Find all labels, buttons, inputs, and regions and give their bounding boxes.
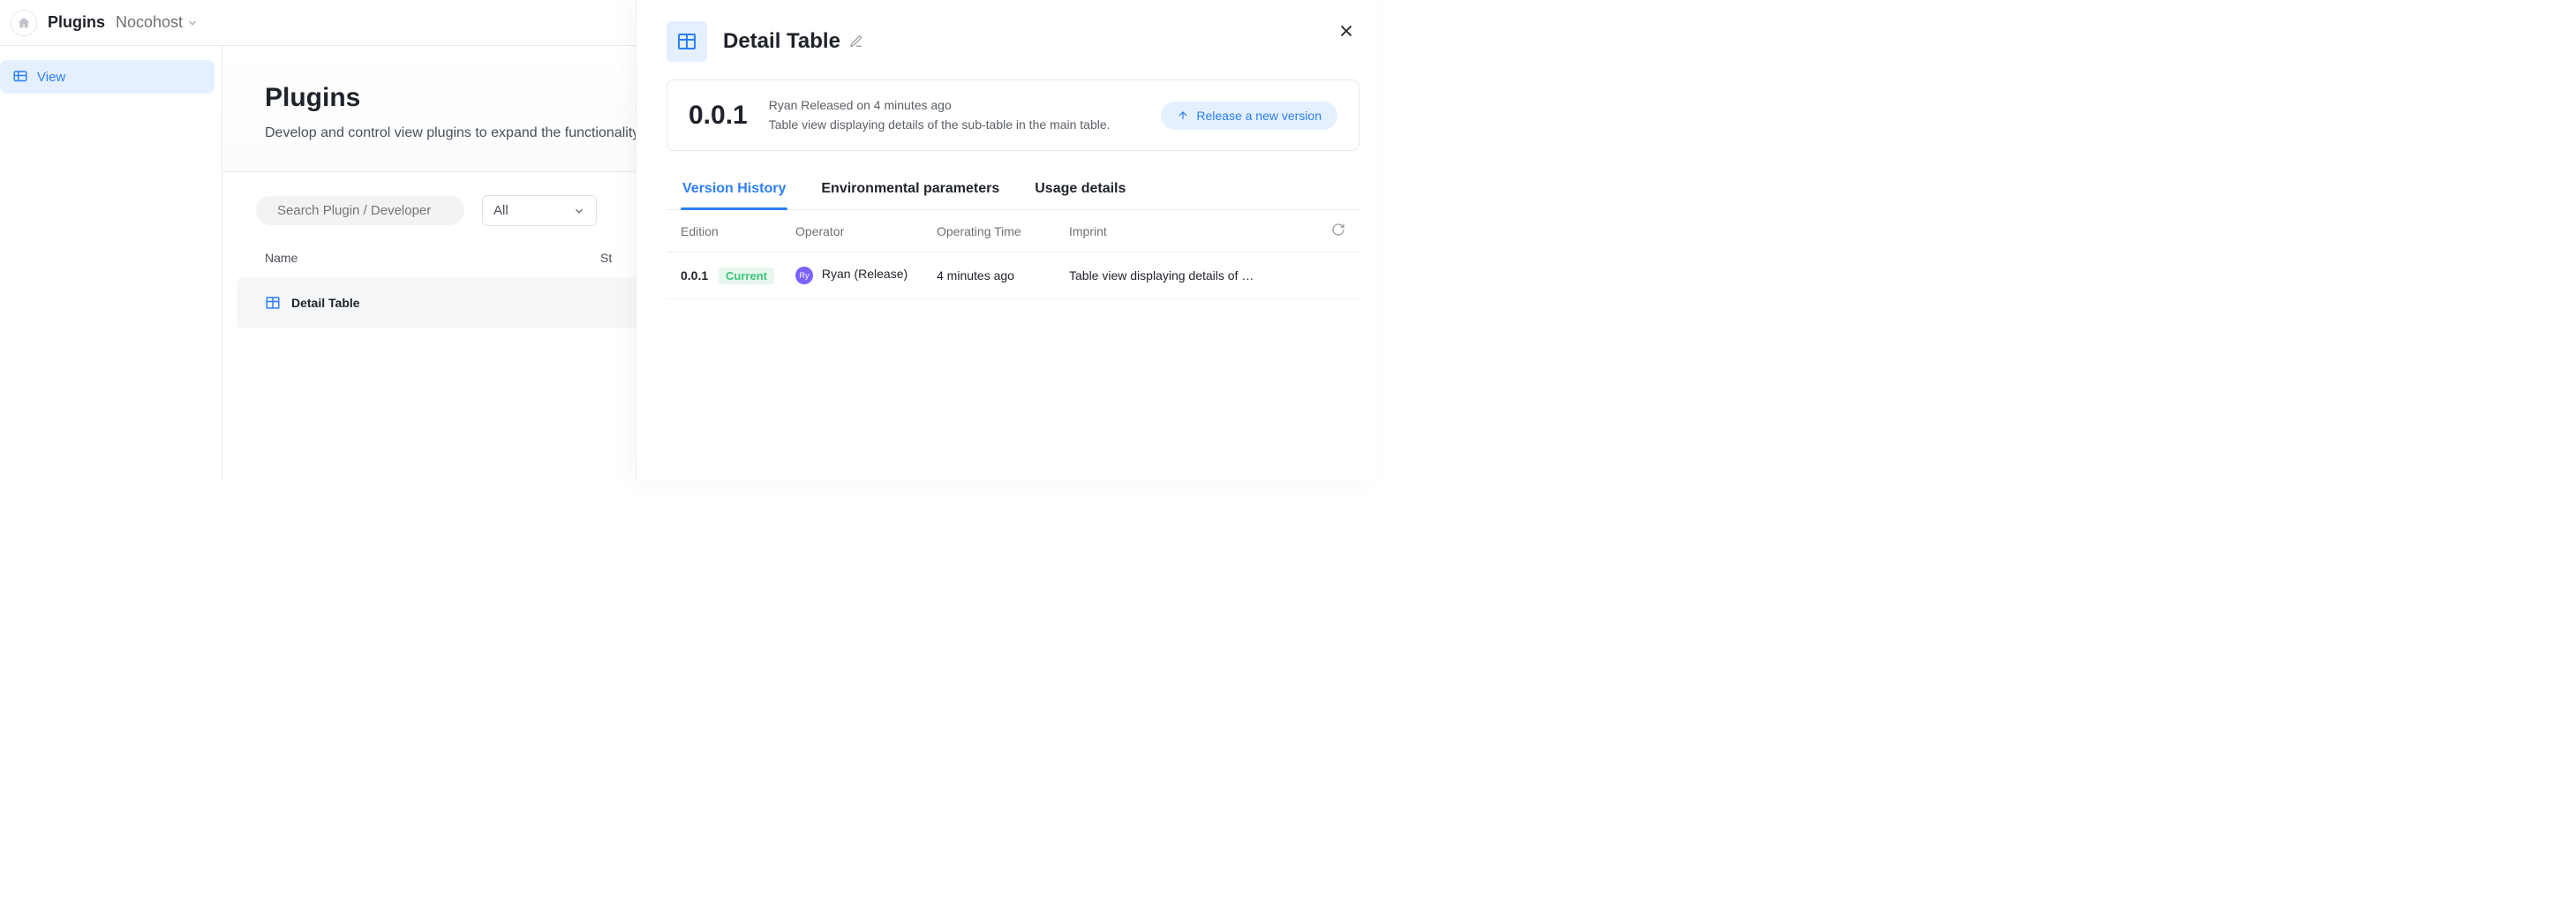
filter-value: All bbox=[493, 203, 508, 218]
view-icon bbox=[12, 69, 28, 85]
col-edition: Edition bbox=[681, 224, 795, 238]
upload-icon bbox=[1177, 109, 1189, 122]
row-imprint: Table view displaying details of t… bbox=[1069, 268, 1254, 283]
history-header: Edition Operator Operating Time Imprint bbox=[667, 210, 1360, 253]
tab-usage-details[interactable]: Usage details bbox=[1033, 170, 1127, 209]
row-operator-name: Ryan (Release) bbox=[822, 267, 908, 281]
chevron-down-icon bbox=[186, 17, 199, 29]
search-input-wrapper[interactable] bbox=[256, 196, 464, 225]
table-icon bbox=[676, 31, 697, 52]
home-button[interactable] bbox=[11, 10, 37, 36]
sidebar: View bbox=[0, 46, 222, 480]
close-icon bbox=[1337, 21, 1356, 41]
history-row[interactable]: 0.0.1 Current Ry Ryan (Release) 4 minute… bbox=[667, 253, 1360, 299]
row-edition-value: 0.0.1 bbox=[681, 268, 708, 283]
drawer-plugin-icon bbox=[667, 21, 707, 62]
release-button-label: Release a new version bbox=[1196, 109, 1322, 123]
detail-drawer: Detail Table 0.0.1 Ryan Released on 4 mi… bbox=[636, 0, 1377, 480]
refresh-button[interactable] bbox=[1331, 222, 1345, 239]
chevron-down-icon bbox=[573, 205, 585, 217]
table-icon bbox=[265, 295, 281, 311]
plugin-name: Detail Table bbox=[291, 296, 360, 310]
breadcrumb-plugins[interactable]: Plugins bbox=[48, 13, 105, 32]
release-button[interactable]: Release a new version bbox=[1161, 102, 1337, 130]
row-edition: 0.0.1 Current bbox=[681, 268, 795, 283]
col-imprint: Imprint bbox=[1069, 224, 1331, 238]
col-time: Operating Time bbox=[937, 224, 1069, 238]
sidebar-item-view[interactable]: View bbox=[0, 60, 215, 94]
col-name: Name bbox=[265, 251, 600, 265]
drawer-title-text: Detail Table bbox=[723, 29, 840, 54]
row-operator: Ry Ryan (Release) bbox=[795, 267, 937, 284]
version-meta: Ryan Released on 4 minutes ago Table vie… bbox=[769, 96, 1111, 134]
version-card: 0.0.1 Ryan Released on 4 minutes ago Tab… bbox=[667, 79, 1360, 151]
refresh-icon bbox=[1331, 222, 1345, 237]
tabs: Version History Environmental parameters… bbox=[667, 170, 1360, 210]
drawer-header: Detail Table bbox=[667, 21, 1360, 62]
col-status: St bbox=[600, 251, 612, 265]
close-button[interactable] bbox=[1337, 21, 1356, 43]
search-input[interactable] bbox=[277, 203, 453, 218]
version-meta-line2: Table view displaying details of the sub… bbox=[769, 116, 1111, 135]
edit-icon[interactable] bbox=[849, 34, 863, 49]
sidebar-item-label: View bbox=[37, 70, 65, 85]
col-operator: Operator bbox=[795, 224, 937, 238]
row-time: 4 minutes ago bbox=[937, 268, 1069, 283]
filter-select[interactable]: All bbox=[482, 195, 597, 226]
tab-env-params[interactable]: Environmental parameters bbox=[819, 170, 1001, 209]
version-number: 0.0.1 bbox=[689, 101, 748, 131]
home-icon bbox=[17, 16, 31, 30]
version-meta-line1: Ryan Released on 4 minutes ago bbox=[769, 96, 1111, 116]
breadcrumb-host[interactable]: Nocohost bbox=[116, 13, 199, 32]
drawer-title: Detail Table bbox=[723, 29, 863, 54]
avatar: Ry bbox=[795, 267, 813, 284]
current-badge: Current bbox=[719, 268, 774, 284]
tab-version-history[interactable]: Version History bbox=[681, 170, 787, 209]
breadcrumb-host-label: Nocohost bbox=[116, 13, 183, 32]
